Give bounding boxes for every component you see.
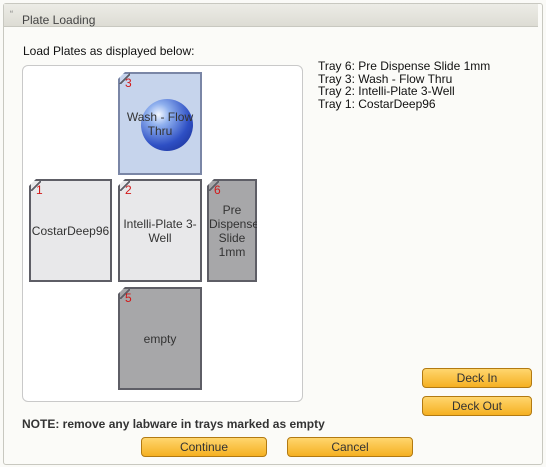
tray-label: CostarDeep96 — [31, 223, 110, 238]
tray-assignment-list: Tray 6: Pre Dispense Slide 1mm Tray 3: W… — [318, 60, 490, 110]
window-corner-icon: “ — [10, 9, 13, 19]
window-title: Plate Loading — [22, 13, 96, 27]
tray-label: empty — [143, 331, 177, 346]
tray-1[interactable]: 1 CostarDeep96 — [29, 179, 112, 282]
list-item: Tray 2: Intelli-Plate 3-Well — [318, 84, 455, 98]
list-item: Tray 1: CostarDeep96 — [318, 96, 436, 111]
instructions-label: Load Plates as displayed below: — [23, 44, 195, 58]
tray-3[interactable]: 3 Wash - Flow Thru — [118, 72, 202, 175]
deck-in-button[interactable]: Deck In — [422, 368, 532, 388]
list-item: Tray 6: Pre Dispense Slide 1mm — [318, 59, 491, 73]
deck-out-button[interactable]: Deck Out — [422, 396, 532, 416]
tray-label: Intelli-Plate 3-Well — [123, 216, 197, 245]
note-text: NOTE: remove any labware in trays marked… — [22, 417, 325, 431]
title-bar: “ Plate Loading — [4, 4, 538, 27]
tray-label: Wash - Flow Thru — [126, 109, 194, 138]
tray-number: 1 — [36, 183, 43, 197]
tray-number: 3 — [125, 76, 132, 90]
tray-number: 2 — [125, 183, 132, 197]
tray-number: 6 — [214, 183, 221, 197]
continue-button[interactable]: Continue — [141, 437, 267, 457]
tray-5[interactable]: 5 empty — [118, 287, 202, 390]
tray-number: 5 — [125, 291, 132, 305]
cancel-button[interactable]: Cancel — [287, 437, 413, 457]
tray-2[interactable]: 2 Intelli-Plate 3-Well — [118, 179, 202, 282]
tray-label: Pre Dispense Slide 1mm — [209, 202, 260, 259]
deck-layout-panel: 3 Wash - Flow Thru 1 CostarDeep96 2 Inte… — [22, 65, 303, 402]
tray-6[interactable]: 6 Pre Dispense Slide 1mm — [207, 179, 257, 282]
